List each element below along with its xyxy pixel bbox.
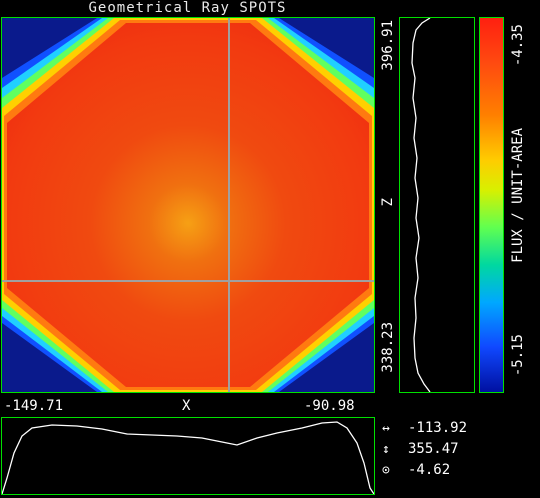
readout-flux: ⊙ -4.62 [382,460,450,481]
readout-x: ↔ -113.92 [382,418,467,439]
x-profile-canvas [1,421,375,495]
x-max-label: -90.98 [304,398,355,414]
z-profile-curve [411,17,431,393]
colorbar-axis-label: FLUX / UNIT-AREA [510,128,526,263]
plot-title: Geometrical Ray SPOTS [88,0,287,16]
readout-x-value: -113.92 [408,420,468,436]
spot-plot-canvas[interactable] [2,18,374,392]
colorbar-min-label: -5.15 [510,334,526,377]
x-axis-label: X [182,398,191,414]
vertical-arrows-icon: ↕ [382,442,390,457]
x-profile-plot [1,417,375,495]
readout-z-value: 355.47 [408,441,459,457]
spot-core [7,23,369,387]
readout-flux-value: -4.62 [408,462,451,478]
z-max-label: 396.91 [380,20,396,71]
colorbar-max-label: -4.35 [510,24,526,67]
colorbar [479,17,504,393]
x-min-label: -149.71 [4,398,64,414]
z-profile-plot [399,17,475,393]
z-min-label: 338.23 [380,322,396,373]
horizontal-arrows-icon: ↔ [382,421,390,436]
x-profile-curve [1,421,375,495]
z-axis-label: Z [380,198,396,207]
target-icon: ⊙ [382,463,390,478]
readout-z: ↕ 355.47 [382,439,459,460]
z-profile-canvas [411,17,431,393]
spot-plot[interactable] [1,17,375,393]
